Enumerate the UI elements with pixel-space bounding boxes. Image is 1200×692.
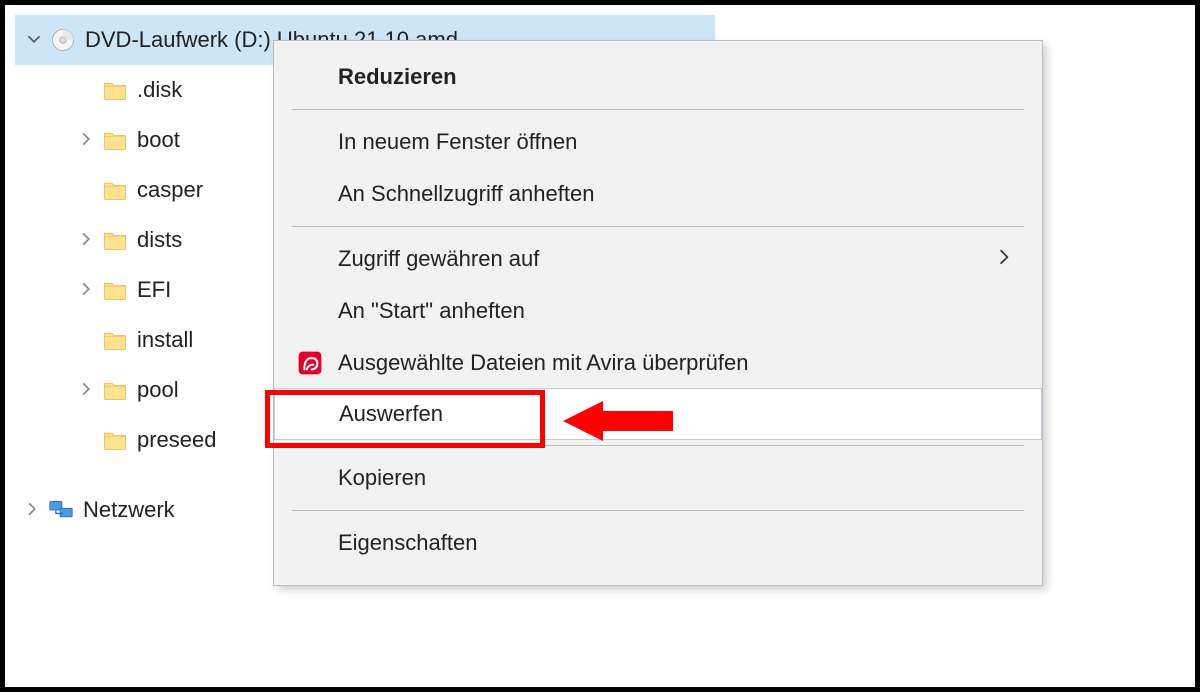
folder-label: boot [131,127,180,153]
folder-label: pool [131,377,179,403]
menu-item-pin-start[interactable]: An "Start" anheften [274,285,1042,337]
menu-separator [292,226,1024,227]
folder-icon [99,380,131,400]
menu-item-eject[interactable]: Auswerfen [274,388,1042,440]
chevron-right-icon[interactable] [73,380,99,401]
menu-item-grant-access[interactable]: Zugriff gewähren auf [274,233,1042,285]
menu-separator [292,510,1024,511]
folder-icon [99,130,131,150]
folder-icon [99,230,131,250]
network-icon [45,498,77,522]
chevron-right-icon[interactable] [73,230,99,251]
menu-item-avira-scan[interactable]: Ausgewählte Dateien mit Avira überprüfen [274,337,1042,389]
folder-label: EFI [131,277,171,303]
folder-label: install [131,327,193,353]
chevron-right-icon[interactable] [73,280,99,301]
disc-drive-icon [47,27,79,53]
network-label: Netzwerk [77,497,175,523]
menu-item-properties[interactable]: Eigenschaften [274,517,1042,569]
menu-separator [292,109,1024,110]
avira-icon [292,350,328,376]
folder-label: dists [131,227,182,253]
folder-icon [99,180,131,200]
folder-label: .disk [131,77,182,103]
menu-separator [292,445,1024,446]
menu-item-open-new-window[interactable]: In neuem Fenster öffnen [274,116,1042,168]
chevron-right-icon [998,246,1018,272]
context-menu: Reduzieren In neuem Fenster öffnen An Sc… [273,40,1043,586]
menu-item-reduce[interactable]: Reduzieren [274,51,1042,103]
folder-label: casper [131,177,203,203]
folder-icon [99,430,131,450]
folder-icon [99,280,131,300]
folder-icon [99,330,131,350]
menu-item-copy[interactable]: Kopieren [274,452,1042,504]
menu-item-pin-quick-access[interactable]: An Schnellzugriff anheften [274,168,1042,220]
folder-icon [99,80,131,100]
explorer-window: DVD-Laufwerk (D:) Ubuntu 21.10 amd... .d… [0,0,1200,692]
chevron-right-icon[interactable] [73,130,99,151]
chevron-right-icon[interactable] [19,500,45,521]
chevron-down-icon[interactable] [21,30,47,51]
folder-label: preseed [131,427,217,453]
